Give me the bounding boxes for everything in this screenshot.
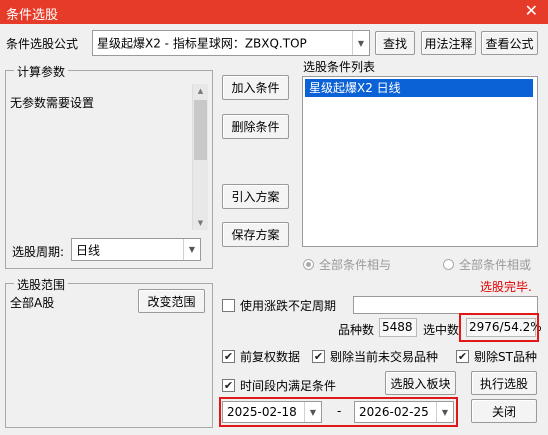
count-label: 品种数 <box>338 323 375 337</box>
add-condition-button[interactable]: 加入条件 <box>222 75 289 100</box>
date-highlight-box <box>219 397 458 427</box>
chevron-down-icon[interactable]: ▼ <box>352 31 369 55</box>
close-icon[interactable]: ✕ <box>525 1 538 20</box>
find-button[interactable]: 查找 <box>375 31 415 55</box>
view-formula-button[interactable]: 查看公式 <box>481 31 538 55</box>
checkbox-box <box>222 299 235 312</box>
conditions-title: 选股条件列表 <box>303 60 376 74</box>
radio-all-or[interactable]: 全部条件相或 <box>443 256 531 273</box>
status-text: 选股完毕. <box>480 280 532 294</box>
check-icon: ✔ <box>456 350 469 363</box>
window-title: 条件选股 <box>6 8 59 23</box>
title-bar: 条件选股 ✕ <box>0 0 548 24</box>
selected-label: 选中数 <box>423 323 460 337</box>
usage-button[interactable]: 用法注释 <box>421 31 476 55</box>
params-scrollbar[interactable]: ▲ ▼ <box>192 84 208 230</box>
radio-or-label: 全部条件相或 <box>459 258 532 272</box>
import-scheme-button[interactable]: 引入方案 <box>222 184 289 209</box>
adjusted-checkbox[interactable]: ✔ 前复权数据 <box>222 348 300 365</box>
period-select-value: 日线 <box>76 243 101 257</box>
range-legend: 选股范围 <box>14 276 69 293</box>
range-value: 全部A股 <box>10 296 55 310</box>
radio-dot <box>303 259 314 270</box>
check-icon: ✔ <box>222 350 235 363</box>
scroll-down-icon[interactable]: ▼ <box>193 216 208 230</box>
change-range-button[interactable]: 改变范围 <box>138 289 205 313</box>
scroll-up-icon[interactable]: ▲ <box>193 84 208 98</box>
uncertain-period-input[interactable] <box>353 296 538 314</box>
count-value: 5488 <box>379 318 417 337</box>
exclude-st-checkbox[interactable]: ✔ 剔除ST品种 <box>456 348 537 365</box>
check-icon: ✔ <box>222 379 235 392</box>
uncertain-period-label: 使用涨跌不定周期 <box>240 299 337 313</box>
formula-select-value: 星级起爆X2 - 指标星球网：ZBXQ.TOP <box>97 36 307 51</box>
execute-button[interactable]: 执行选股 <box>471 371 537 395</box>
formula-select[interactable]: 星级起爆X2 - 指标星球网：ZBXQ.TOP ▼ <box>92 30 370 56</box>
formula-label: 条件选股公式 <box>6 37 79 51</box>
time-range-checkbox[interactable]: ✔ 时间段内满足条件 <box>222 377 336 394</box>
chevron-down-icon[interactable]: ▼ <box>183 239 200 260</box>
close-button[interactable]: 关闭 <box>471 399 537 423</box>
condition-item[interactable]: 星级起爆X2 日线 <box>305 79 533 97</box>
delete-condition-button[interactable]: 删除条件 <box>222 114 289 139</box>
time-range-label: 时间段内满足条件 <box>240 379 337 393</box>
params-legend: 计算参数 <box>14 63 69 80</box>
period-select[interactable]: 日线 ▼ <box>71 238 201 261</box>
exclude-untraded-checkbox[interactable]: ✔ 剔除当前未交易品种 <box>312 348 438 365</box>
radio-dot <box>443 259 454 270</box>
params-message: 无参数需要设置 <box>10 96 95 110</box>
radio-and-label: 全部条件相与 <box>319 258 392 272</box>
check-icon: ✔ <box>312 350 325 363</box>
scroll-thumb[interactable] <box>194 100 207 160</box>
conditions-list[interactable]: 星级起爆X2 日线 <box>302 76 538 247</box>
add-to-block-button[interactable]: 选股入板块 <box>385 371 456 395</box>
radio-all-and[interactable]: 全部条件相与 <box>303 256 391 273</box>
selected-highlight-box <box>459 313 539 342</box>
period-label: 选股周期: <box>12 245 65 259</box>
save-scheme-button[interactable]: 保存方案 <box>222 222 289 247</box>
uncertain-period-checkbox[interactable]: 使用涨跌不定周期 <box>222 297 336 314</box>
exclude-untraded-label: 剔除当前未交易品种 <box>330 350 439 364</box>
exclude-st-label: 剔除ST品种 <box>474 350 537 364</box>
adjusted-label: 前复权数据 <box>240 350 301 364</box>
